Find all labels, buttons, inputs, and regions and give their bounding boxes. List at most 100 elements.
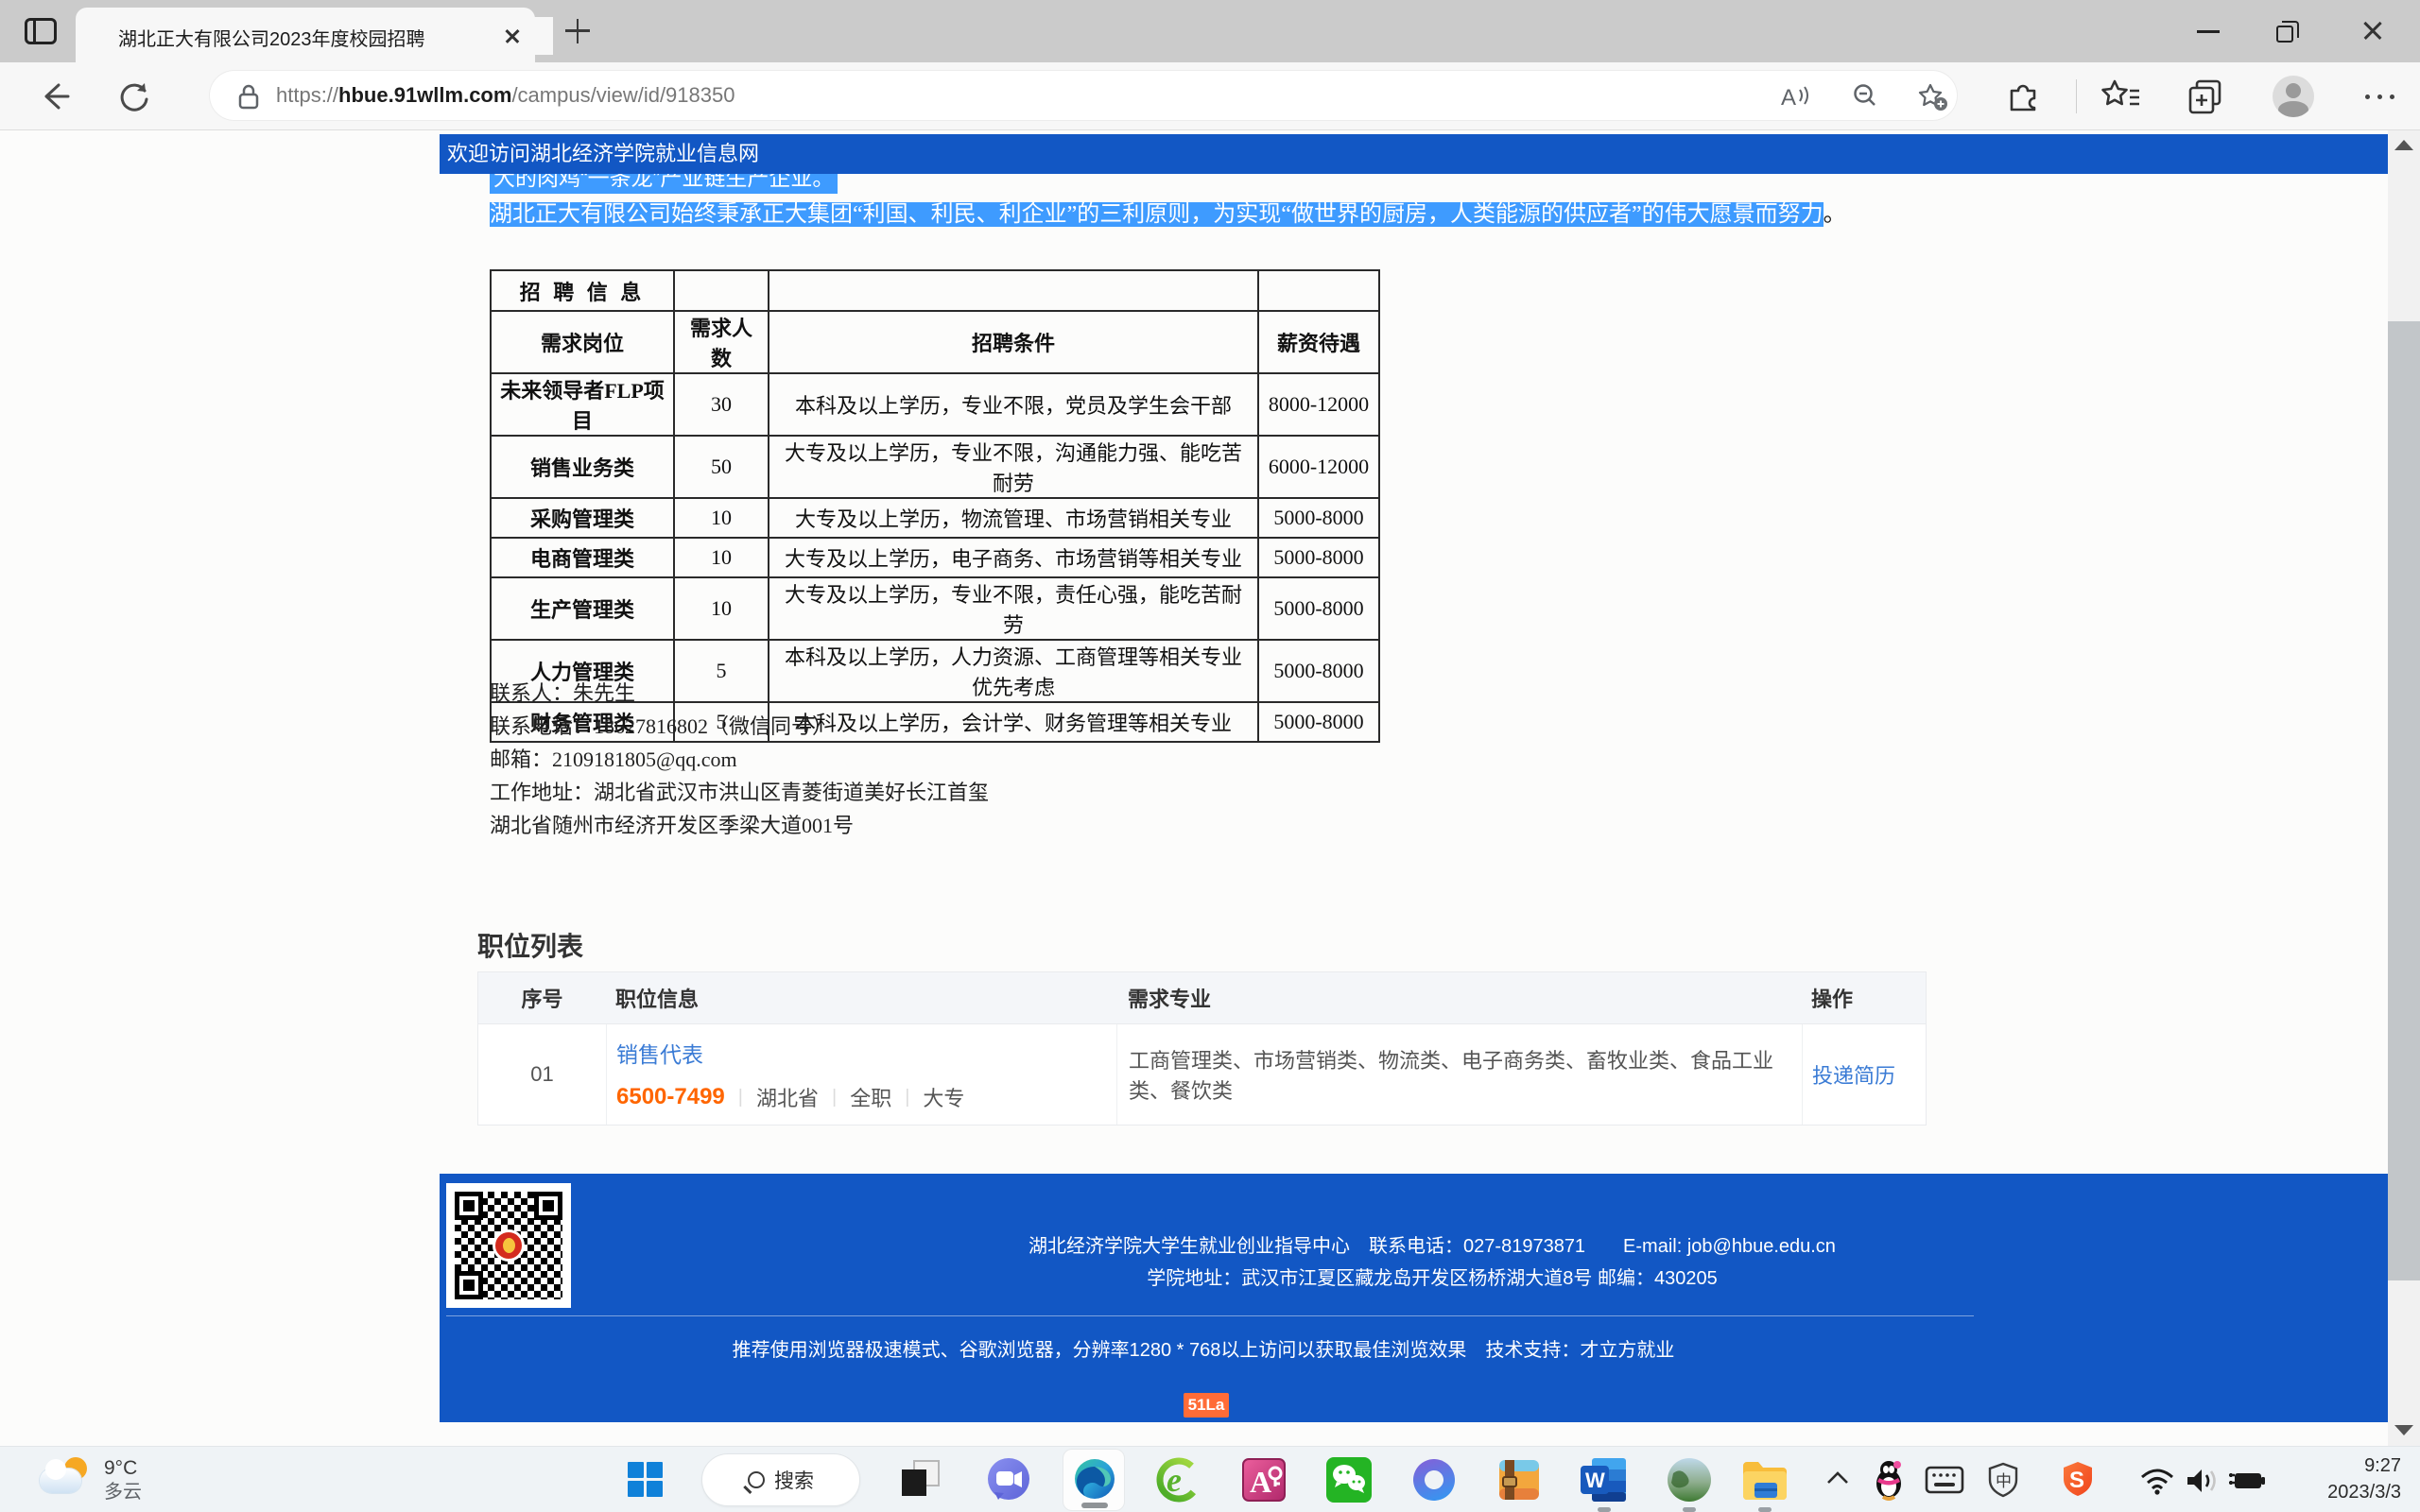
weather-widget[interactable]: 9°C 多云: [38, 1451, 274, 1509]
task-view-icon[interactable]: [898, 1454, 949, 1505]
taskbar-clock[interactable]: 9:27 2023/3/3: [2250, 1452, 2401, 1505]
collections-icon[interactable]: [2186, 77, 2223, 115]
browser-titlebar: 湖北正大有限公司2023年度校园招聘: [0, 0, 2420, 62]
url-host: hbue.91wllm.com: [338, 83, 511, 107]
recruit-table-cell: 大专及以上学历，专业不限，沟通能力强、能吃苦耐劳: [769, 436, 1258, 498]
chat-icon[interactable]: [983, 1454, 1034, 1505]
360-browser-icon[interactable]: e: [1153, 1454, 1204, 1505]
footer-divider: [446, 1315, 1974, 1316]
recruit-table-cell: 生产管理类: [491, 577, 674, 640]
svg-text:A: A: [1250, 1465, 1271, 1499]
job-title-link[interactable]: 销售代表: [616, 1037, 1116, 1069]
recruit-table-cell: 电商管理类: [491, 538, 674, 577]
contact-line: 联系电话：18627816802（微信同号）: [490, 710, 989, 743]
page-viewport: 欢迎访问湖北经济学院就业信息网 大的肉鸡“一条龙”产业链生产企业。 湖北正大有限…: [0, 130, 2420, 1446]
clock-time: 9:27: [2250, 1452, 2401, 1479]
column-header: 需求人数: [674, 311, 769, 373]
profile-avatar[interactable]: [2273, 76, 2314, 117]
recruit-table-cell: 5000-8000: [1258, 702, 1379, 742]
tray-ime-icon[interactable]: 中: [1985, 1462, 2021, 1498]
zoom-out-icon[interactable]: [1851, 82, 1879, 111]
recruit-table-cell: 10: [674, 538, 769, 577]
recruit-table-cell: 6000-12000: [1258, 436, 1379, 498]
contact-line: 联系人：朱先生: [490, 677, 989, 710]
recruit-table-cell: 大专及以上学历，物流管理、市场营销相关专业: [769, 498, 1258, 538]
word-icon[interactable]: W: [1579, 1454, 1630, 1505]
refresh-button[interactable]: [113, 76, 155, 117]
footer-address-line: 学院地址：武汉市江夏区藏龙岛开发区杨桥湖大道8号 邮编：430205: [591, 1263, 2273, 1290]
tab-close-icon[interactable]: [499, 23, 526, 49]
qr-center-logo: [493, 1229, 525, 1262]
word-running-indicator: [1598, 1507, 1611, 1512]
recruit-table-cell: 50: [674, 436, 769, 498]
svg-text:A: A: [1781, 85, 1796, 111]
tag-separator: |: [738, 1087, 743, 1108]
tray-sogou-icon[interactable]: S: [2059, 1460, 2097, 1498]
recruit-table-row: 电商管理类10大专及以上学历，电子商务、市场营销等相关专业5000-8000: [491, 538, 1379, 577]
recruit-table-row: 采购管理类10大专及以上学历，物流管理、市场营销相关专业5000-8000: [491, 498, 1379, 538]
job-tags: |湖北省|全职|大专: [738, 1082, 965, 1112]
recruit-table-row: 生产管理类10大专及以上学历，专业不限，责任心强，能吃苦耐劳5000-8000: [491, 577, 1379, 640]
access-icon[interactable]: A: [1238, 1454, 1289, 1505]
taskbar-search[interactable]: 搜索: [701, 1453, 860, 1506]
office-365-icon[interactable]: [1409, 1454, 1460, 1505]
job-list-title: 职位列表: [477, 926, 583, 964]
address-bar[interactable]: https://hbue.91wllm.com/campus/view/id/9…: [210, 71, 1957, 120]
window-minimize-button[interactable]: [2178, 11, 2238, 51]
table-title-row: 招 聘 信 息: [491, 270, 1379, 311]
ime-zh-glyph: 中: [1996, 1472, 2012, 1490]
recruit-table-cell: 本科及以上学历，专业不限，党员及学生会干部: [769, 373, 1258, 436]
lock-icon[interactable]: [236, 82, 261, 111]
new-tab-button[interactable]: [563, 17, 592, 45]
svg-text:e: e: [1167, 1461, 1182, 1499]
window-restore-button[interactable]: [2257, 11, 2318, 51]
apply-resume-link[interactable]: 投递简历: [1812, 1059, 1895, 1090]
edge-taskbar-icon[interactable]: [1063, 1449, 1125, 1511]
job-tag: 大专: [923, 1082, 964, 1112]
add-favorite-icon[interactable]: [1917, 82, 1945, 111]
qr-code: [446, 1183, 571, 1308]
start-button[interactable]: [628, 1462, 664, 1498]
wifi-icon[interactable]: [2138, 1466, 2176, 1496]
site-banner: 欢迎访问湖北经济学院就业信息网: [440, 134, 2388, 174]
browser-menu-icon[interactable]: [2363, 93, 2401, 100]
extensions-icon[interactable]: [2004, 77, 2042, 115]
url-text: https://hbue.91wllm.com/campus/view/id/9…: [276, 83, 735, 108]
taskbar: 9°C 多云 搜索 e A W: [0, 1446, 2420, 1512]
vertical-scrollbar[interactable]: [2388, 130, 2420, 1446]
tray-qq-icon[interactable]: [1872, 1458, 1906, 1502]
file-explorer-icon[interactable]: [1739, 1454, 1790, 1505]
recruit-table-cell: 8000-12000: [1258, 373, 1379, 436]
volume-icon[interactable]: [2184, 1466, 2221, 1496]
scroll-up-arrow[interactable]: [2394, 140, 2413, 150]
browser-toolbar: https://hbue.91wllm.com/campus/view/id/9…: [0, 62, 2420, 130]
job-majors: 工商管理类、市场营销类、物流类、电子商务类、畜牧业类、食品工业类、餐饮类: [1116, 1024, 1802, 1125]
explorer-running-indicator: [1758, 1507, 1772, 1512]
job-row: 01 销售代表 6500-7499 |湖北省|全职|大专 工商管理类、市场营销类…: [477, 1024, 1927, 1125]
job-list-table: 序号 职位信息 需求专业 操作 01 销售代表 6500-7499 |湖北省|全…: [477, 971, 1927, 1125]
read-aloud-icon[interactable]: A: [1779, 82, 1807, 111]
recruit-table-row: 未来领导者FLP项目30本科及以上学历，专业不限，党员及学生会干部8000-12…: [491, 373, 1379, 436]
recruit-table-cell: 5000-8000: [1258, 577, 1379, 640]
back-button[interactable]: [34, 76, 76, 117]
photos-icon[interactable]: [1664, 1454, 1715, 1505]
51la-badge[interactable]: 51La: [1184, 1393, 1229, 1418]
tray-touch-keyboard-icon[interactable]: [1925, 1466, 1964, 1494]
window-close-button[interactable]: [2342, 11, 2403, 51]
search-label: 搜索: [774, 1466, 814, 1494]
bandizip-icon[interactable]: [1494, 1454, 1545, 1505]
header-no: 序号: [478, 983, 606, 1013]
browser-tab[interactable]: 湖北正大有限公司2023年度校园招聘: [76, 8, 535, 62]
contact-line: 湖北省随州市经济开发区季梁大道001号: [490, 809, 989, 842]
weather-condition: 多云: [104, 1481, 142, 1503]
favorites-icon[interactable]: [2100, 77, 2138, 115]
tray-chevron-up-icon[interactable]: [1824, 1469, 1851, 1486]
svg-text:W: W: [1585, 1469, 1605, 1492]
tab-actions-icon[interactable]: [25, 18, 57, 44]
scroll-down-arrow[interactable]: [2394, 1425, 2413, 1435]
wechat-icon[interactable]: [1323, 1454, 1374, 1505]
job-table-header: 序号 职位信息 需求专业 操作: [477, 971, 1927, 1024]
job-salary: 6500-7499: [616, 1084, 725, 1110]
scrollbar-thumb[interactable]: [2388, 321, 2420, 1280]
tag-separator: |: [905, 1087, 909, 1108]
